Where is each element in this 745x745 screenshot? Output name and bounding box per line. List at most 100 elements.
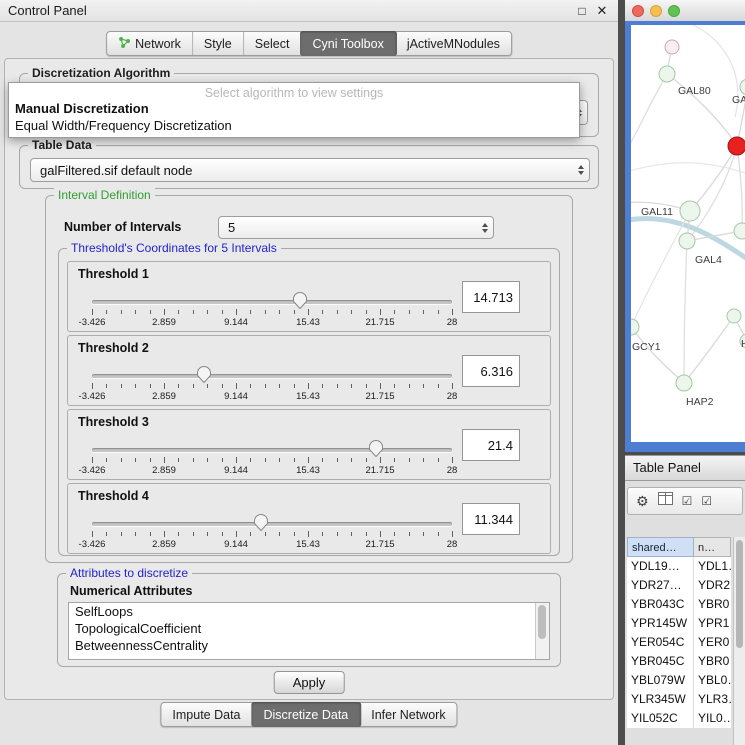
attribute-item-selfloops[interactable]: SelfLoops — [69, 603, 549, 620]
table-body: YDL19…YDL1…YDR27…YDR2…YBR043CYBR0…YPR145… — [627, 557, 731, 728]
network-node[interactable] — [734, 223, 745, 239]
tick-mark — [207, 310, 208, 314]
tick-mark — [409, 384, 410, 388]
tick-mark — [337, 310, 338, 314]
tick-mark — [193, 458, 194, 462]
threshold-value-field[interactable]: 21.4 — [462, 429, 520, 461]
tick-mark — [351, 458, 352, 462]
select-none-checkbox-icon[interactable]: ☑ — [701, 495, 712, 507]
tick-label: -3.426 — [79, 539, 106, 550]
network-node-gal4[interactable] — [679, 233, 695, 249]
tick-mark — [193, 310, 194, 314]
network-edge[interactable] — [684, 316, 734, 383]
network-node-label: GAL4 — [695, 254, 722, 266]
zoom-window-icon[interactable] — [668, 5, 680, 17]
tick-mark — [178, 458, 179, 462]
slider-track[interactable] — [92, 522, 452, 526]
tab-network[interactable]: Network — [107, 32, 193, 55]
number-of-intervals-combo[interactable]: 5 — [218, 216, 494, 239]
cell-shared-name: YPR145W — [627, 614, 694, 633]
network-node-hap2[interactable] — [676, 375, 692, 391]
scrollbar-thumb[interactable] — [538, 605, 546, 639]
attribute-items: SelfLoopsTopologicalCoefficientBetweenne… — [69, 603, 549, 654]
network-edge[interactable] — [737, 146, 742, 231]
attributes-scrollbar[interactable] — [535, 603, 549, 659]
bottom-tab-impute-data[interactable]: Impute Data — [161, 703, 252, 726]
network-edge[interactable] — [631, 74, 667, 153]
threshold-slider[interactable]: -3.4262.8599.14415.4321.71528 — [92, 510, 452, 552]
group-title: Table Data — [28, 138, 96, 152]
tab-label: Discretize Data — [264, 708, 349, 722]
slider-track[interactable] — [92, 300, 452, 304]
tick-mark — [178, 384, 179, 388]
bottom-tab-infer-network[interactable]: Infer Network — [360, 703, 456, 726]
popup-option-manual-discretization[interactable]: Manual Discretization — [9, 100, 579, 117]
cell-name: YLR3… — [694, 690, 731, 709]
network-node-gcy1[interactable] — [631, 319, 639, 335]
tick-label: 15.43 — [296, 317, 320, 328]
tab-label: Select — [255, 37, 290, 51]
table-row[interactable]: YER054CYER0… — [627, 633, 731, 652]
scrollbar-thumb[interactable] — [736, 540, 743, 648]
dropdown-options: Manual DiscretizationEqual Width/Frequen… — [9, 100, 579, 134]
network-edge[interactable] — [631, 211, 690, 327]
slider-track[interactable] — [92, 448, 452, 452]
tick-mark — [106, 458, 107, 462]
network-node[interactable] — [665, 40, 679, 54]
network-canvas[interactable]: GAL80GAGAL11GAL4GCY1HAP2H — [631, 25, 745, 442]
column-header-shared-name[interactable]: shared… — [627, 537, 694, 557]
slider-track[interactable] — [92, 374, 452, 378]
tick-mark — [337, 458, 338, 462]
threshold-slider[interactable]: -3.4262.8599.14415.4321.71528 — [92, 362, 452, 404]
tick-mark — [150, 384, 151, 388]
network-node-ga[interactable] — [740, 79, 745, 95]
network-node[interactable] — [727, 309, 741, 323]
table-data-combo[interactable]: galFiltered.sif default node — [30, 158, 590, 182]
table-row[interactable]: YIL052CYIL0… — [627, 709, 731, 728]
table-row[interactable]: YBL079WYBL0… — [627, 671, 731, 690]
apply-button[interactable]: Apply — [274, 671, 345, 694]
float-window-button[interactable]: □ — [574, 0, 590, 22]
threshold-slider[interactable]: -3.4262.8599.14415.4321.71528 — [92, 436, 452, 478]
network-node-gal11[interactable] — [680, 201, 700, 221]
bottom-tab-discretize-data[interactable]: Discretize Data — [252, 702, 362, 727]
threshold-value-field[interactable]: 11.344 — [462, 503, 520, 535]
threshold-value-field[interactable]: 14.713 — [462, 281, 520, 313]
threshold-label: Threshold 4 — [78, 489, 149, 503]
network-edge[interactable] — [684, 241, 687, 383]
table-scrollbar[interactable] — [733, 537, 745, 745]
table-row[interactable]: YBR045CYBR0… — [627, 652, 731, 671]
close-panel-button[interactable]: ✕ — [594, 0, 610, 22]
tick-mark — [121, 458, 122, 462]
tick-mark — [164, 309, 165, 315]
network-node-gal80[interactable] — [659, 66, 675, 82]
table-row[interactable]: YLR345WYLR3… — [627, 690, 731, 709]
table-row[interactable]: YPR145WYPR1… — [627, 614, 731, 633]
tab-jactivemnodules[interactable]: jActiveMNodules — [396, 32, 511, 55]
close-window-icon[interactable] — [632, 5, 644, 17]
threshold-panel-3: Threshold 3-3.4262.8599.14415.4321.71528… — [67, 409, 551, 480]
tab-select[interactable]: Select — [244, 32, 302, 55]
threshold-slider[interactable]: -3.4262.8599.14415.4321.71528 — [92, 288, 452, 330]
tick-mark — [423, 458, 424, 462]
minimize-window-icon[interactable] — [650, 5, 662, 17]
table-row[interactable]: YDR27…YDR2… — [627, 576, 731, 595]
popup-option-equal-width-frequency-discretization[interactable]: Equal Width/Frequency Discretization — [9, 117, 579, 134]
columns-icon[interactable] — [658, 492, 673, 510]
column-header-name[interactable]: n… — [694, 537, 731, 557]
cell-shared-name: YLR345W — [627, 690, 694, 709]
tab-style[interactable]: Style — [193, 32, 244, 55]
interval-definition-group: Interval Definition Number of Intervals … — [45, 195, 573, 563]
tick-label: 28 — [447, 465, 458, 476]
network-node[interactable] — [728, 137, 745, 155]
select-all-checkbox-icon[interactable]: ☑ — [682, 495, 693, 507]
tab-cyni-toolbox[interactable]: Cyni Toolbox — [300, 31, 396, 56]
gear-icon[interactable]: ⚙ — [636, 494, 649, 508]
group-title: Attributes to discretize — [66, 566, 192, 580]
threshold-value-field[interactable]: 6.316 — [462, 355, 520, 387]
network-edge[interactable] — [631, 327, 684, 383]
table-row[interactable]: YDL19…YDL1… — [627, 557, 731, 576]
attribute-item-topologicalcoefficient[interactable]: TopologicalCoefficient — [69, 620, 549, 637]
attribute-item-betweennesscentrality[interactable]: BetweennessCentrality — [69, 637, 549, 654]
table-row[interactable]: YBR043CYBR0… — [627, 595, 731, 614]
